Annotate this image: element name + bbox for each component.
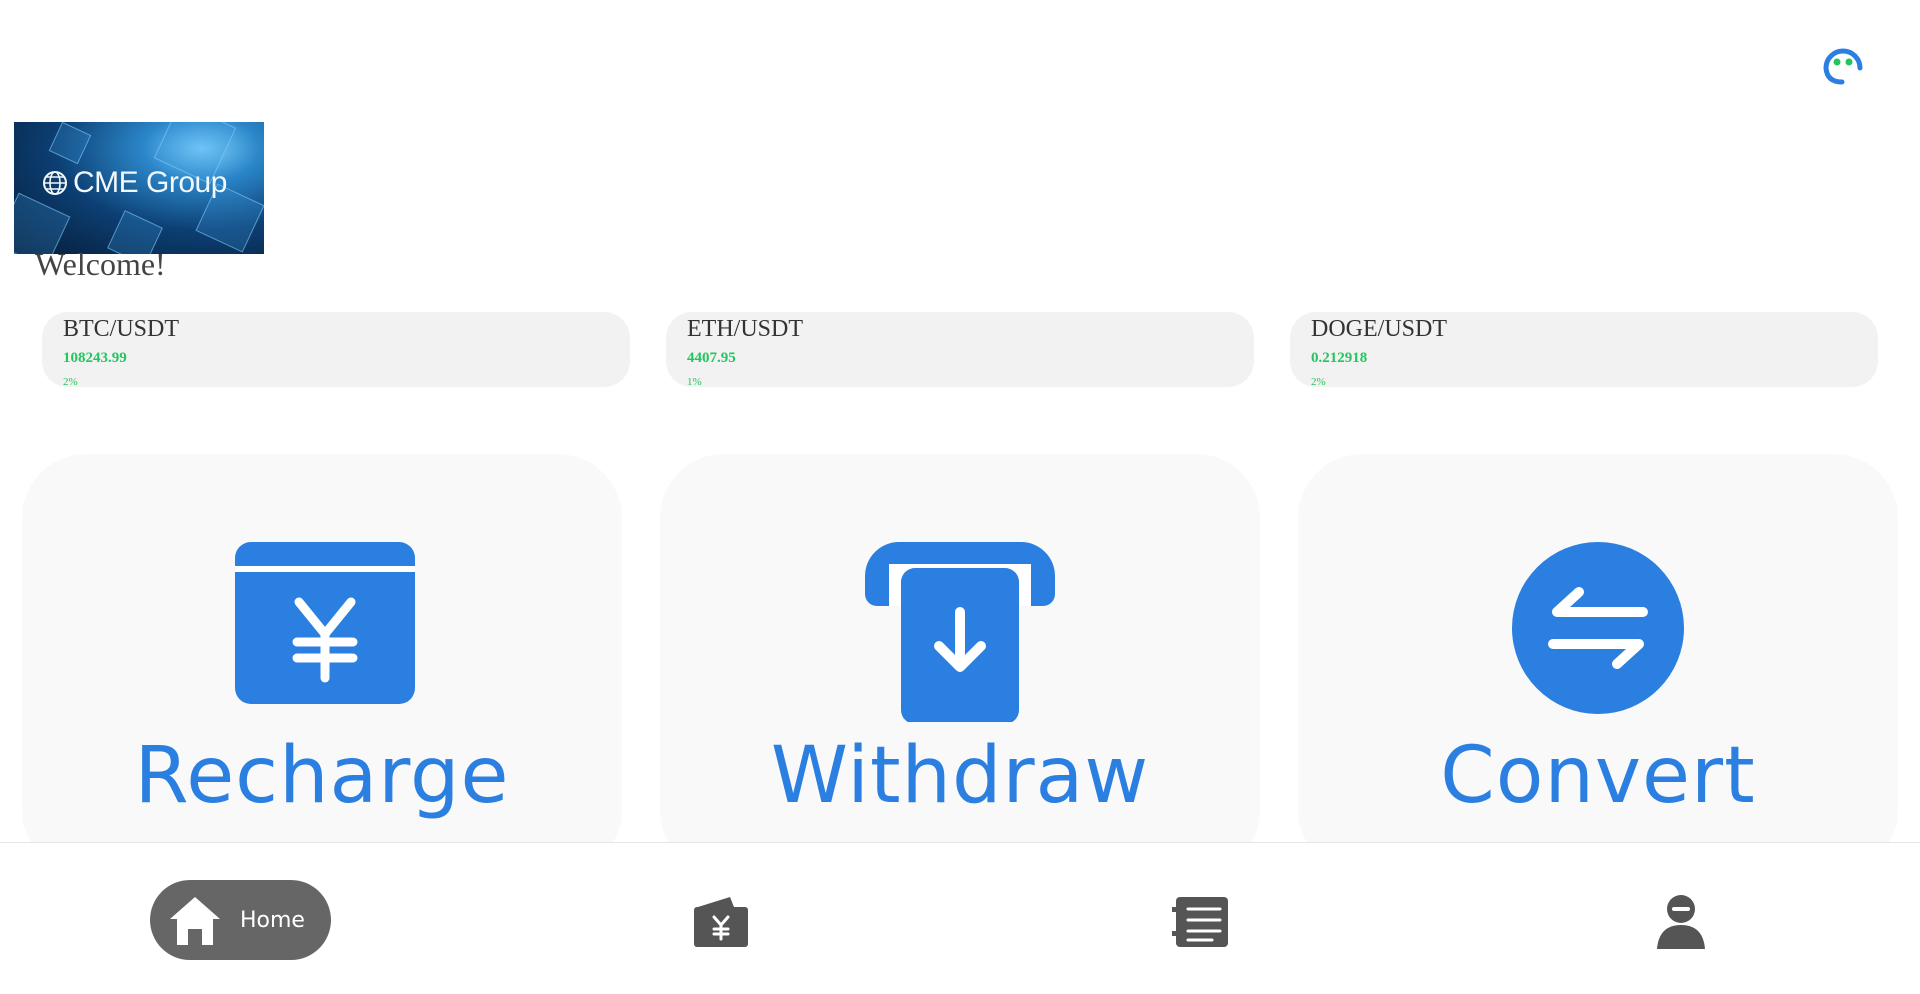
ticker-card-btc[interactable]: BTC/USDT 108243.99 2% [42,312,630,387]
nav-home-label: Home [240,907,305,933]
convert-label: Convert [1440,731,1756,821]
nav-home[interactable]: Home [150,880,331,960]
ticker-price: 0.212918 [1311,350,1368,366]
ticker-pair: BTC/USDT [63,316,180,342]
banner-brand-text: CME Group [73,166,227,199]
ticker-card-doge[interactable]: DOGE/USDT 0.212918 2% [1290,312,1878,387]
withdraw-button[interactable]: Withdraw [660,454,1260,874]
list-icon[interactable] [1170,893,1230,949]
ticker-pair: DOGE/USDT [1311,316,1447,342]
wallet-yen-icon [235,542,415,704]
profile-icon[interactable] [1651,893,1711,949]
ticker-change: 1% [687,376,702,387]
home-icon [170,897,220,945]
bottom-nav: Home [0,842,1920,994]
globe-icon [43,171,67,195]
exchange-arrows-icon [1512,542,1684,714]
atm-withdraw-icon [865,542,1055,722]
recharge-button[interactable]: Recharge [22,454,622,874]
ticker-price: 108243.99 [63,350,127,366]
withdraw-label: Withdraw [770,731,1150,821]
ticker-change: 2% [1311,376,1326,387]
wallet-yen-icon[interactable] [690,893,750,949]
ticker-price: 4407.95 [687,350,736,366]
convert-button[interactable]: Convert [1298,454,1898,874]
promo-banner[interactable]: CME Group [14,122,264,254]
ticker-pair: ETH/USDT [687,316,803,342]
banner-brand: CME Group [42,166,227,200]
ticker-card-eth[interactable]: ETH/USDT 4407.95 1% [666,312,1254,387]
welcome-heading: Welcome! [35,246,166,282]
ticker-change: 2% [63,376,78,387]
customer-service-icon[interactable] [1818,38,1868,88]
recharge-label: Recharge [134,731,510,821]
